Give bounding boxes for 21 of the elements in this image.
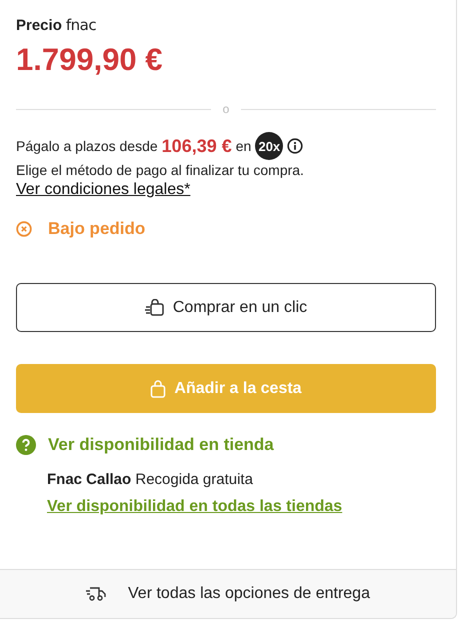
brand-logo: fnac bbox=[66, 16, 96, 34]
installment-text: en bbox=[236, 138, 252, 154]
divider-text: o bbox=[222, 102, 230, 116]
bag-icon bbox=[150, 380, 166, 398]
cross-circle-icon bbox=[16, 221, 32, 237]
question-icon bbox=[16, 435, 36, 455]
info-icon[interactable] bbox=[287, 138, 304, 154]
delivery-options-text: Ver todas las opciones de entrega bbox=[128, 585, 370, 603]
store-info: Fnac Callao Recogida gratuita bbox=[47, 471, 254, 488]
payment-note: Elige el método de pago al finalizar tu compra. bbox=[16, 162, 305, 178]
truck-icon bbox=[86, 586, 106, 602]
price: 1.799,90 € bbox=[16, 42, 164, 78]
stock-status: Bajo pedido bbox=[48, 219, 146, 239]
price-label: Precio bbox=[16, 17, 62, 34]
delivery-options-bar[interactable]: Ver todas las opciones de entrega bbox=[0, 569, 456, 618]
legal-link[interactable]: Ver condiciones legales* bbox=[16, 181, 190, 199]
installment-text: Págalo a plazos desde bbox=[16, 138, 158, 154]
bag-icon bbox=[144, 298, 165, 316]
one-click-buy-button[interactable]: Comprar en un clic bbox=[16, 283, 436, 332]
installment-amount: 106,39 € bbox=[162, 136, 232, 156]
installments-badge: 20x bbox=[255, 132, 284, 160]
